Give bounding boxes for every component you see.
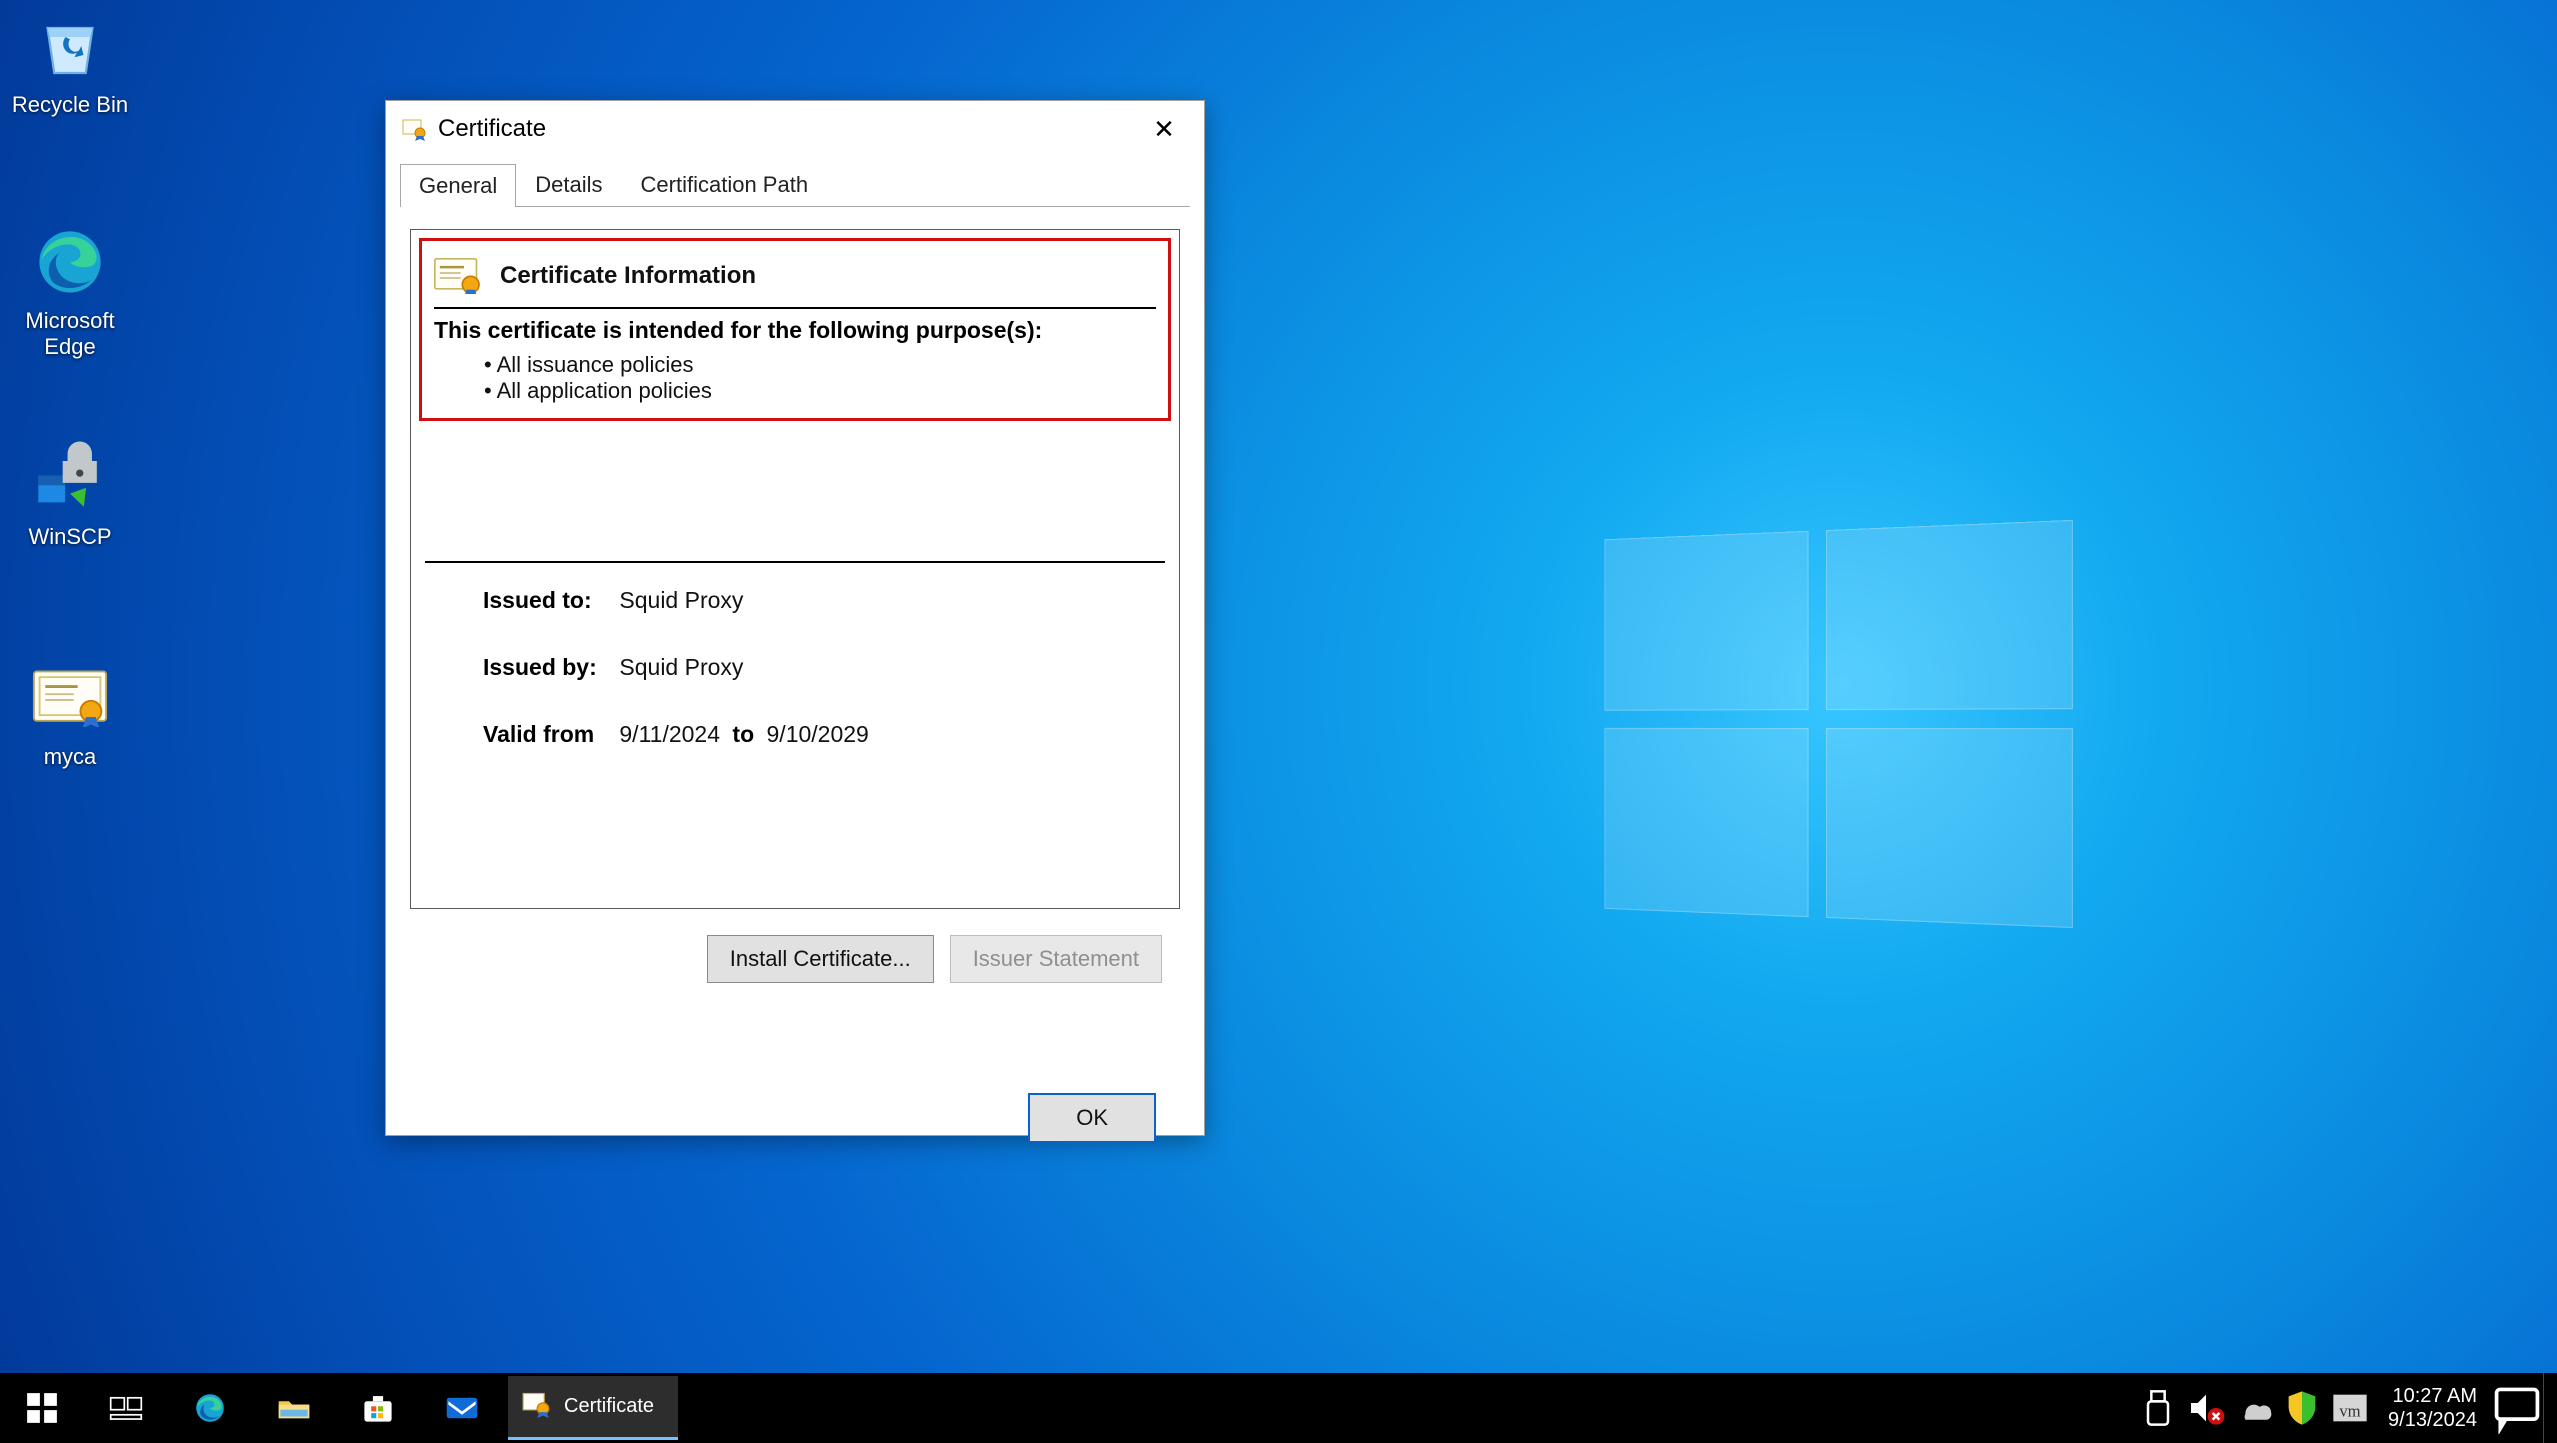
mail-icon xyxy=(445,1391,479,1425)
purpose-item: All issuance policies xyxy=(484,352,1162,378)
dialog-title: Certificate xyxy=(438,115,546,143)
certificate-dialog: Certificate ✕ General Details Certificat… xyxy=(385,100,1205,1136)
desktop-icon-winscp[interactable]: WinSCP xyxy=(0,438,140,550)
file-explorer-icon xyxy=(277,1391,311,1425)
system-tray: vm 10:27 AM 9/13/2024 xyxy=(2134,1373,2557,1443)
clock-time: 10:27 AM xyxy=(2388,1384,2477,1408)
taskbar-app-edge[interactable] xyxy=(168,1373,252,1443)
valid-from-label: Valid from xyxy=(483,721,613,748)
task-view-icon xyxy=(109,1391,143,1425)
recycle-bin-icon xyxy=(30,6,110,86)
close-button[interactable]: ✕ xyxy=(1124,101,1204,157)
certificate-icon xyxy=(434,255,484,297)
tab-details[interactable]: Details xyxy=(516,163,621,206)
taskbar: Certificate vm 10:27 AM 9/13/2024 xyxy=(0,1373,2557,1443)
tab-strip: General Details Certification Path xyxy=(400,163,1190,207)
desktop-background: Recycle Bin Microsoft Edge WinSCP myca xyxy=(0,0,2557,1373)
divider xyxy=(434,307,1156,309)
store-icon xyxy=(361,1391,395,1425)
close-icon: ✕ xyxy=(1153,116,1175,142)
purpose-intro-text: This certificate is intended for the fol… xyxy=(428,317,1162,352)
action-center-button[interactable] xyxy=(2491,1373,2543,1443)
valid-to-value: 9/10/2029 xyxy=(767,721,869,747)
windows-logo-watermark xyxy=(1604,520,2075,930)
purpose-list: All issuance policies All application po… xyxy=(428,352,1162,406)
taskbar-app-mail[interactable] xyxy=(420,1373,504,1443)
taskbar-clock[interactable]: 10:27 AM 9/13/2024 xyxy=(2374,1384,2491,1432)
show-desktop-button[interactable] xyxy=(2543,1373,2557,1443)
divider xyxy=(425,561,1165,563)
start-button[interactable] xyxy=(0,1373,84,1443)
desktop-icon-myca[interactable]: myca xyxy=(0,658,140,770)
tray-volume-icon[interactable] xyxy=(2186,1388,2226,1428)
desktop-icon-label: Recycle Bin xyxy=(0,92,140,118)
tab-general[interactable]: General xyxy=(400,164,516,207)
certificate-titlebar-icon xyxy=(402,117,426,141)
desktop-icon-label: myca xyxy=(0,744,140,770)
install-certificate-button[interactable]: Install Certificate... xyxy=(707,935,934,983)
svg-text:vm: vm xyxy=(2339,1401,2360,1420)
taskbar-app-label: Certificate xyxy=(564,1395,654,1418)
certificate-information-header: Certificate Information xyxy=(500,262,756,290)
desktop-icon-microsoft-edge[interactable]: Microsoft Edge xyxy=(0,222,140,360)
ok-button[interactable]: OK xyxy=(1028,1093,1156,1143)
valid-from-value: 9/11/2024 xyxy=(619,721,720,747)
issuer-statement-button: Issuer Statement xyxy=(950,935,1162,983)
winscp-icon xyxy=(30,438,110,518)
taskbar-app-microsoft-store[interactable] xyxy=(336,1373,420,1443)
desktop-icon-label: Microsoft Edge xyxy=(0,308,140,360)
issued-by-row: Issued by: Squid Proxy xyxy=(411,654,1179,721)
purpose-item: All application policies xyxy=(484,378,1162,404)
valid-from-row: Valid from 9/11/2024 to 9/10/2029 xyxy=(411,721,1179,788)
windows-start-icon xyxy=(25,1391,59,1425)
notification-icon xyxy=(2491,1382,2543,1434)
issued-by-value: Squid Proxy xyxy=(619,654,743,680)
tab-certification-path[interactable]: Certification Path xyxy=(622,163,828,206)
certificate-taskbar-icon xyxy=(522,1390,550,1424)
dialog-titlebar[interactable]: Certificate ✕ xyxy=(386,101,1204,157)
annotation-highlight-box: Certificate Information This certificate… xyxy=(419,238,1171,421)
issued-to-row: Issued to: Squid Proxy xyxy=(411,587,1179,654)
tray-onedrive-icon[interactable] xyxy=(2234,1388,2274,1428)
clock-date: 9/13/2024 xyxy=(2388,1408,2477,1432)
valid-to-label: to xyxy=(732,721,754,747)
issued-to-value: Squid Proxy xyxy=(619,587,743,613)
certificate-info-frame: Certificate Information This certificate… xyxy=(410,229,1180,909)
issued-by-label: Issued by: xyxy=(483,654,613,681)
desktop-icon-label: WinSCP xyxy=(0,524,140,550)
edge-icon xyxy=(193,1391,227,1425)
taskbar-app-file-explorer[interactable] xyxy=(252,1373,336,1443)
tray-vm-icon[interactable]: vm xyxy=(2330,1388,2370,1428)
tray-usb-icon[interactable] xyxy=(2138,1388,2178,1428)
task-view-button[interactable] xyxy=(84,1373,168,1443)
tray-security-icon[interactable] xyxy=(2282,1388,2322,1428)
edge-icon xyxy=(30,222,110,302)
certificate-file-icon xyxy=(30,658,110,738)
taskbar-app-certificate[interactable]: Certificate xyxy=(508,1376,678,1440)
issued-to-label: Issued to: xyxy=(483,587,613,614)
tab-body-general: Certificate Information This certificate… xyxy=(400,207,1190,1143)
desktop-icon-recycle-bin[interactable]: Recycle Bin xyxy=(0,6,140,118)
